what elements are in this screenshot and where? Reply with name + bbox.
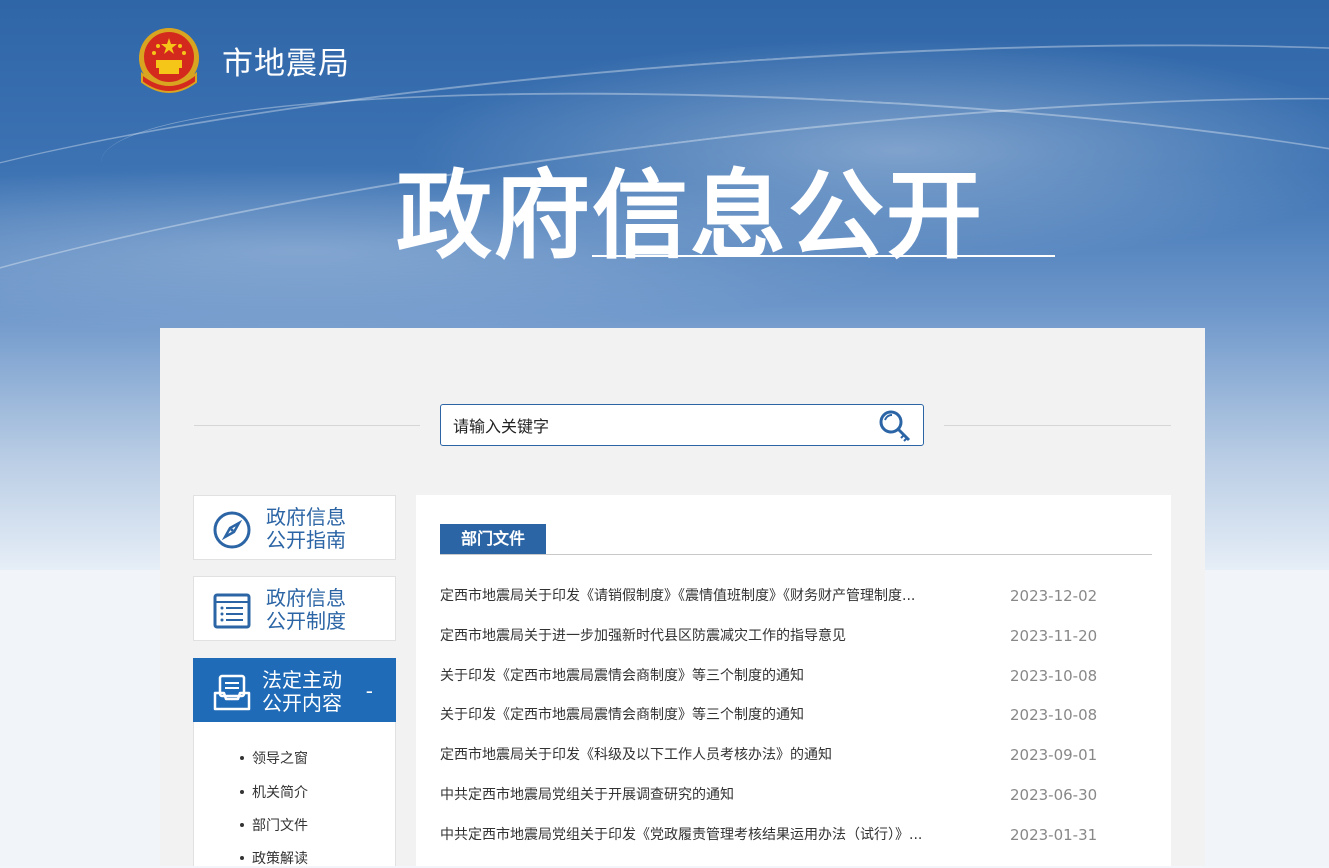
- search-divider-right: [944, 425, 1171, 426]
- sidebar-label-line2: 公开制度: [266, 609, 346, 633]
- sidebar-label-line1: 法定主动: [262, 668, 342, 692]
- article-title[interactable]: 中共定西市地震局党组关于开展调查研究的通知: [440, 784, 734, 804]
- sidebar-label-line2: 公开内容: [262, 691, 342, 715]
- collapse-icon[interactable]: -: [366, 679, 373, 703]
- article-row[interactable]: 关于印发《定西市地震局震情会商制度》等三个制度的通知 2023-10-08: [440, 665, 1152, 687]
- article-date: 2023-11-20: [1010, 627, 1098, 645]
- article-date: 2023-01-31: [1010, 826, 1098, 844]
- sidebar-item-label: 政府信息 公开制度: [266, 587, 376, 633]
- article-row[interactable]: 定西市地震局关于进一步加强新时代县区防震减灾工作的指导意见 2023-11-20: [440, 625, 1152, 647]
- inbox-icon: [213, 674, 251, 711]
- article-row[interactable]: 中共定西市地震局党组关于开展调查研究的通知 2023-06-30: [440, 784, 1152, 806]
- submenu-item-intro[interactable]: 机关简介: [240, 782, 308, 802]
- search-box: [440, 404, 924, 446]
- document-list-icon: [213, 593, 251, 629]
- sidebar-item-label: 政府信息 公开指南: [266, 506, 376, 552]
- site-name: 市地震局: [222, 46, 350, 82]
- article-title[interactable]: 定西市地震局关于印发《请销假制度》《震情值班制度》《财务财产管理制度...: [440, 585, 915, 605]
- sidebar-submenu: 领导之窗 机关简介 部门文件 政策解读: [193, 722, 396, 868]
- sidebar-label-line2: 公开指南: [266, 528, 346, 552]
- article-date: 2023-12-02: [1010, 587, 1098, 605]
- article-title[interactable]: 关于印发《定西市地震局震情会商制度》等三个制度的通知: [440, 665, 804, 685]
- submenu-item-documents[interactable]: 部门文件: [240, 815, 308, 835]
- sidebar-item-label: 法定主动 公开内容: [262, 669, 372, 715]
- sidebar-item-statutory[interactable]: 法定主动 公开内容 -: [193, 658, 396, 722]
- compass-icon: [213, 511, 251, 549]
- article-row[interactable]: 关于印发《定西市地震局震情会商制度》等三个制度的通知 2023-10-08: [440, 704, 1152, 726]
- article-title[interactable]: 定西市地震局关于进一步加强新时代县区防震减灾工作的指导意见: [440, 625, 846, 645]
- hero-underline: [592, 255, 1055, 257]
- article-date: 2023-10-08: [1010, 706, 1098, 724]
- article-row[interactable]: 定西市地震局关于印发《科级及以下工作人员考核办法》的通知 2023-09-01: [440, 744, 1152, 766]
- article-title[interactable]: 定西市地震局关于印发《科级及以下工作人员考核办法》的通知: [440, 744, 832, 764]
- article-date: 2023-09-01: [1010, 746, 1098, 764]
- submenu-item-policy[interactable]: 政策解读: [240, 848, 308, 868]
- submenu-item-leaders[interactable]: 领导之窗: [240, 748, 308, 768]
- article-title[interactable]: 中共定西市地震局党组关于印发《党政履责管理考核结果运用办法（试行）》...: [440, 824, 922, 844]
- article-date: 2023-06-30: [1010, 786, 1098, 804]
- search-key-icon[interactable]: [877, 409, 913, 443]
- article-title[interactable]: 关于印发《定西市地震局震情会商制度》等三个制度的通知: [440, 704, 804, 724]
- article-date: 2023-10-08: [1010, 667, 1098, 685]
- sidebar-label-line1: 政府信息: [266, 586, 346, 610]
- search-divider-left: [194, 425, 420, 426]
- sidebar-item-system[interactable]: 政府信息 公开制度: [193, 576, 396, 641]
- sidebar-item-guide[interactable]: 政府信息 公开指南: [193, 495, 396, 560]
- national-emblem-icon: [139, 28, 199, 93]
- sidebar-label-line1: 政府信息: [266, 505, 346, 529]
- article-row[interactable]: 中共定西市地震局党组关于印发《党政履责管理考核结果运用办法（试行）》... 20…: [440, 824, 1152, 846]
- search-input[interactable]: [451, 413, 855, 439]
- section-divider: [440, 554, 1152, 555]
- section-title: 部门文件: [440, 524, 546, 554]
- article-row[interactable]: 定西市地震局关于印发《请销假制度》《震情值班制度》《财务财产管理制度... 20…: [440, 585, 1152, 607]
